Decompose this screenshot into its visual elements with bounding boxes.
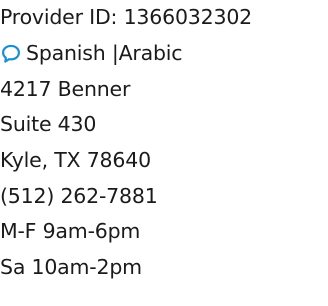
languages-row: Spanish |Arabic <box>0 36 183 70</box>
address-line-2: Suite 430 <box>0 112 97 136</box>
phone-number[interactable]: (512) 262-7881 <box>0 179 158 213</box>
provider-id-label: Provider ID: <box>0 5 118 29</box>
speech-bubble-icon <box>0 43 22 65</box>
provider-id: Provider ID: 1366032302 <box>0 0 252 34</box>
hours-saturday: Sa 10am-2pm <box>0 255 142 279</box>
address-line-1: 4217 Benner <box>0 77 131 101</box>
languages-text: Spanish |Arabic <box>26 41 183 65</box>
city-state-zip: Kyle, TX 78640 <box>0 148 151 172</box>
provider-id-value: 1366032302 <box>123 5 253 29</box>
hours-weekday: M-F 9am-6pm <box>0 219 141 243</box>
provider-details-card: Provider ID: 1366032302 Spanish |Arabic … <box>0 0 328 306</box>
